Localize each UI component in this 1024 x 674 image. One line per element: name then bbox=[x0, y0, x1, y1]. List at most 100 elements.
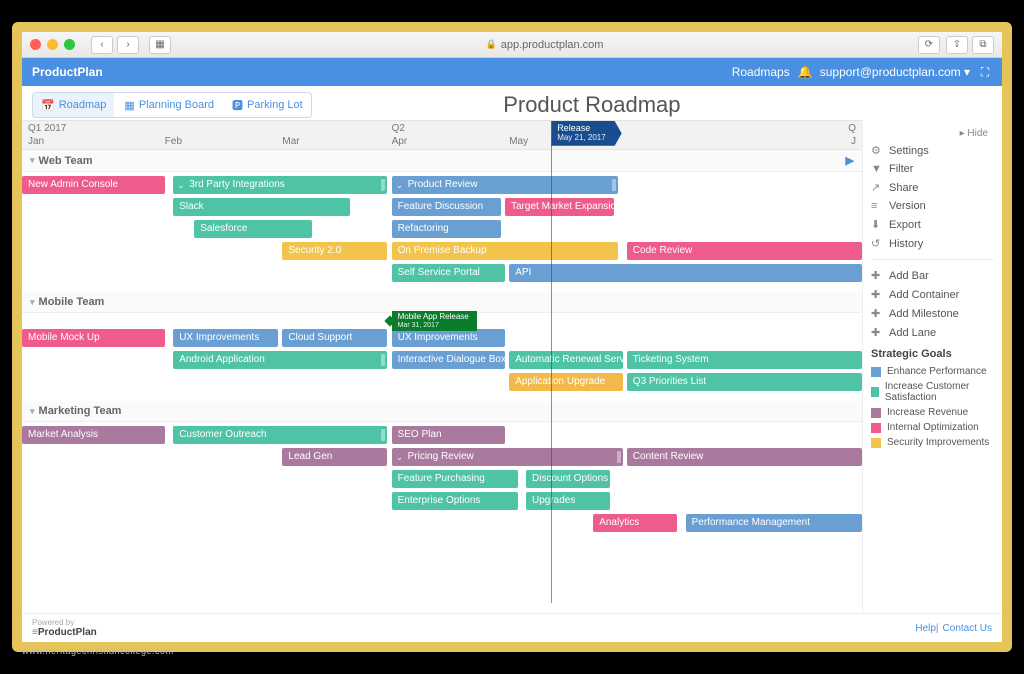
sidebar-label: Add Bar bbox=[889, 270, 929, 282]
bar-feature-discussion[interactable]: Feature Discussion bbox=[392, 198, 501, 216]
minimize-window-icon[interactable] bbox=[47, 39, 58, 50]
sidebar-toggle-button[interactable]: ▦ bbox=[149, 36, 171, 54]
tab-roadmap-label: Roadmap bbox=[59, 99, 107, 111]
bar-upgrades[interactable]: Upgrades bbox=[526, 492, 610, 510]
bar-label: Refactoring bbox=[398, 223, 449, 234]
bar-product-review[interactable]: Product Review bbox=[392, 176, 619, 194]
bar-code-review[interactable]: Code Review bbox=[627, 242, 862, 260]
bar-customer-outreach[interactable]: Customer Outreach bbox=[173, 426, 387, 444]
bar-new-admin-console[interactable]: New Admin Console bbox=[22, 176, 165, 194]
help-link[interactable]: Help bbox=[915, 623, 936, 634]
bar-mobile-mock-up[interactable]: Mobile Mock Up bbox=[22, 329, 165, 347]
release-marker[interactable]: Release May 21, 2017 bbox=[551, 121, 621, 146]
sidebar-item-add-bar[interactable]: ✚Add Bar bbox=[871, 266, 994, 285]
resize-handle[interactable] bbox=[612, 179, 616, 191]
legend-security-improvements[interactable]: Security Improvements bbox=[871, 435, 994, 450]
bar-label: Discount Options bbox=[532, 473, 608, 484]
resize-handle[interactable] bbox=[381, 354, 385, 366]
app-brand[interactable]: ProductPlan bbox=[32, 65, 103, 79]
bar-label: Slack bbox=[179, 201, 203, 212]
legend-enhance-performance[interactable]: Enhance Performance bbox=[871, 364, 994, 379]
bar-refactoring[interactable]: Refactoring bbox=[392, 220, 501, 238]
bar-salesforce[interactable]: Salesforce bbox=[194, 220, 312, 238]
bar-label: Pricing Review bbox=[408, 451, 474, 462]
bar-third-party-integrations[interactable]: 3rd Party Integrations bbox=[173, 176, 387, 194]
roadmaps-link[interactable]: Roadmaps bbox=[732, 65, 790, 79]
month-label: Jan bbox=[28, 136, 44, 147]
powered-by-label: Powered by bbox=[32, 618, 97, 627]
tab-roadmap[interactable]: 📅Roadmap bbox=[33, 93, 114, 117]
maximize-window-icon[interactable] bbox=[64, 39, 75, 50]
sidebar-item-version[interactable]: ≡Version bbox=[871, 197, 994, 215]
lane-header-web[interactable]: ▾Web Team▶ bbox=[22, 150, 862, 172]
sidebar-item-add-container[interactable]: ✚Add Container bbox=[871, 285, 994, 304]
bar-on-premise-backup[interactable]: On Premise Backup bbox=[392, 242, 619, 260]
bar-performance-management[interactable]: Performance Management bbox=[686, 514, 862, 532]
expand-icon[interactable]: ⛶ bbox=[978, 65, 992, 80]
sidebar-item-history[interactable]: ↺History bbox=[871, 234, 994, 253]
sidebar-item-add-lane[interactable]: ✚Add Lane bbox=[871, 323, 994, 342]
legend-increase-revenue[interactable]: Increase Revenue bbox=[871, 405, 994, 420]
bar-label: New Admin Console bbox=[28, 179, 118, 190]
bar-ticketing-system[interactable]: Ticketing System bbox=[627, 351, 862, 369]
bar-pricing-review[interactable]: Pricing Review bbox=[392, 448, 623, 466]
bar-lead-gen[interactable]: Lead Gen bbox=[282, 448, 387, 466]
forward-button[interactable]: › bbox=[117, 36, 139, 54]
bar-content-review[interactable]: Content Review bbox=[627, 448, 862, 466]
sidebar-item-add-milestone[interactable]: ✚Add Milestone bbox=[871, 304, 994, 323]
user-menu[interactable]: support@productplan.com ▾ bbox=[820, 65, 970, 79]
bar-seo-plan[interactable]: SEO Plan bbox=[392, 426, 505, 444]
contact-link[interactable]: Contact Us bbox=[943, 623, 992, 634]
bar-enterprise-options[interactable]: Enterprise Options bbox=[392, 492, 518, 510]
bar-interactive-dialogue-box[interactable]: Interactive Dialogue Box bbox=[392, 351, 505, 369]
legend-internal-optimization[interactable]: Internal Optimization bbox=[871, 420, 994, 435]
sidebar-label: Add Milestone bbox=[889, 308, 959, 320]
bar-self-service-portal[interactable]: Self Service Portal bbox=[392, 264, 505, 282]
lane-header-marketing[interactable]: ▾Marketing Team bbox=[22, 401, 862, 422]
bar-ux-improvements-2[interactable]: UX Improvements bbox=[392, 329, 505, 347]
resize-handle[interactable] bbox=[381, 429, 385, 441]
bar-analytics[interactable]: Analytics bbox=[593, 514, 677, 532]
legend-label: Enhance Performance bbox=[887, 366, 987, 377]
bar-label: Application Upgrade bbox=[515, 376, 605, 387]
sidebar-item-export[interactable]: ⬇Export bbox=[871, 215, 994, 234]
lane-body-mobile: Mobile App Release Mar 31, 2017 Mobile M… bbox=[22, 313, 862, 401]
sidebar-item-settings[interactable]: ⚙Settings bbox=[871, 141, 994, 160]
bar-discount-options[interactable]: Discount Options bbox=[526, 470, 610, 488]
bar-android-application[interactable]: Android Application bbox=[173, 351, 387, 369]
bar-automatic-renewal-service[interactable]: Automatic Renewal Service bbox=[509, 351, 622, 369]
bar-slack[interactable]: Slack bbox=[173, 198, 349, 216]
resize-handle[interactable] bbox=[617, 451, 621, 463]
bar-q3-priorities-list[interactable]: Q3 Priorities List bbox=[627, 373, 862, 391]
bell-icon[interactable]: 🔔 bbox=[798, 65, 812, 79]
bar-label: Target Market Expansion bbox=[511, 201, 614, 212]
bar-ux-improvements[interactable]: UX Improvements bbox=[173, 329, 278, 347]
bar-target-market-expansion[interactable]: Target Market Expansion bbox=[505, 198, 614, 216]
bar-security-20[interactable]: Security 2.0 bbox=[282, 242, 387, 260]
bar-label: Code Review bbox=[633, 245, 692, 256]
bar-market-analysis[interactable]: Market Analysis bbox=[22, 426, 165, 444]
sidebar-item-filter[interactable]: ▼Filter bbox=[871, 160, 994, 178]
address-bar[interactable]: 🔒 app.productplan.com bbox=[357, 39, 732, 51]
tabs-button[interactable]: ⧉ bbox=[972, 36, 994, 54]
milestone-mobile-release[interactable]: Mobile App Release Mar 31, 2017 bbox=[392, 311, 477, 331]
close-window-icon[interactable] bbox=[30, 39, 41, 50]
back-button[interactable]: ‹ bbox=[91, 36, 113, 54]
share-browser-button[interactable]: ⇪ bbox=[946, 36, 968, 54]
sidebar-label: Share bbox=[889, 182, 918, 194]
hide-sidebar-link[interactable]: ▸ Hide bbox=[960, 128, 988, 139]
strategic-goals-heading: Strategic Goals bbox=[871, 348, 994, 360]
bar-label: Security 2.0 bbox=[288, 245, 341, 256]
legend-swatch bbox=[871, 423, 881, 433]
bar-cloud-support[interactable]: Cloud Support bbox=[282, 329, 387, 347]
legend-customer-satisfaction[interactable]: Increase Customer Satisfaction bbox=[871, 379, 994, 405]
bar-api[interactable]: API bbox=[509, 264, 862, 282]
browser-right-controls: ⇪ ⧉ bbox=[946, 36, 994, 54]
lane-header-mobile[interactable]: ▾Mobile Team bbox=[22, 292, 862, 313]
reload-button[interactable]: ⟳ bbox=[918, 36, 940, 54]
sidebar-item-share[interactable]: ↗Share bbox=[871, 178, 994, 197]
bar-application-upgrade[interactable]: Application Upgrade bbox=[509, 373, 622, 391]
app-header: ProductPlan Roadmaps 🔔 support@productpl… bbox=[22, 58, 1002, 86]
resize-handle[interactable] bbox=[381, 179, 385, 191]
bar-feature-purchasing[interactable]: Feature Purchasing bbox=[392, 470, 518, 488]
